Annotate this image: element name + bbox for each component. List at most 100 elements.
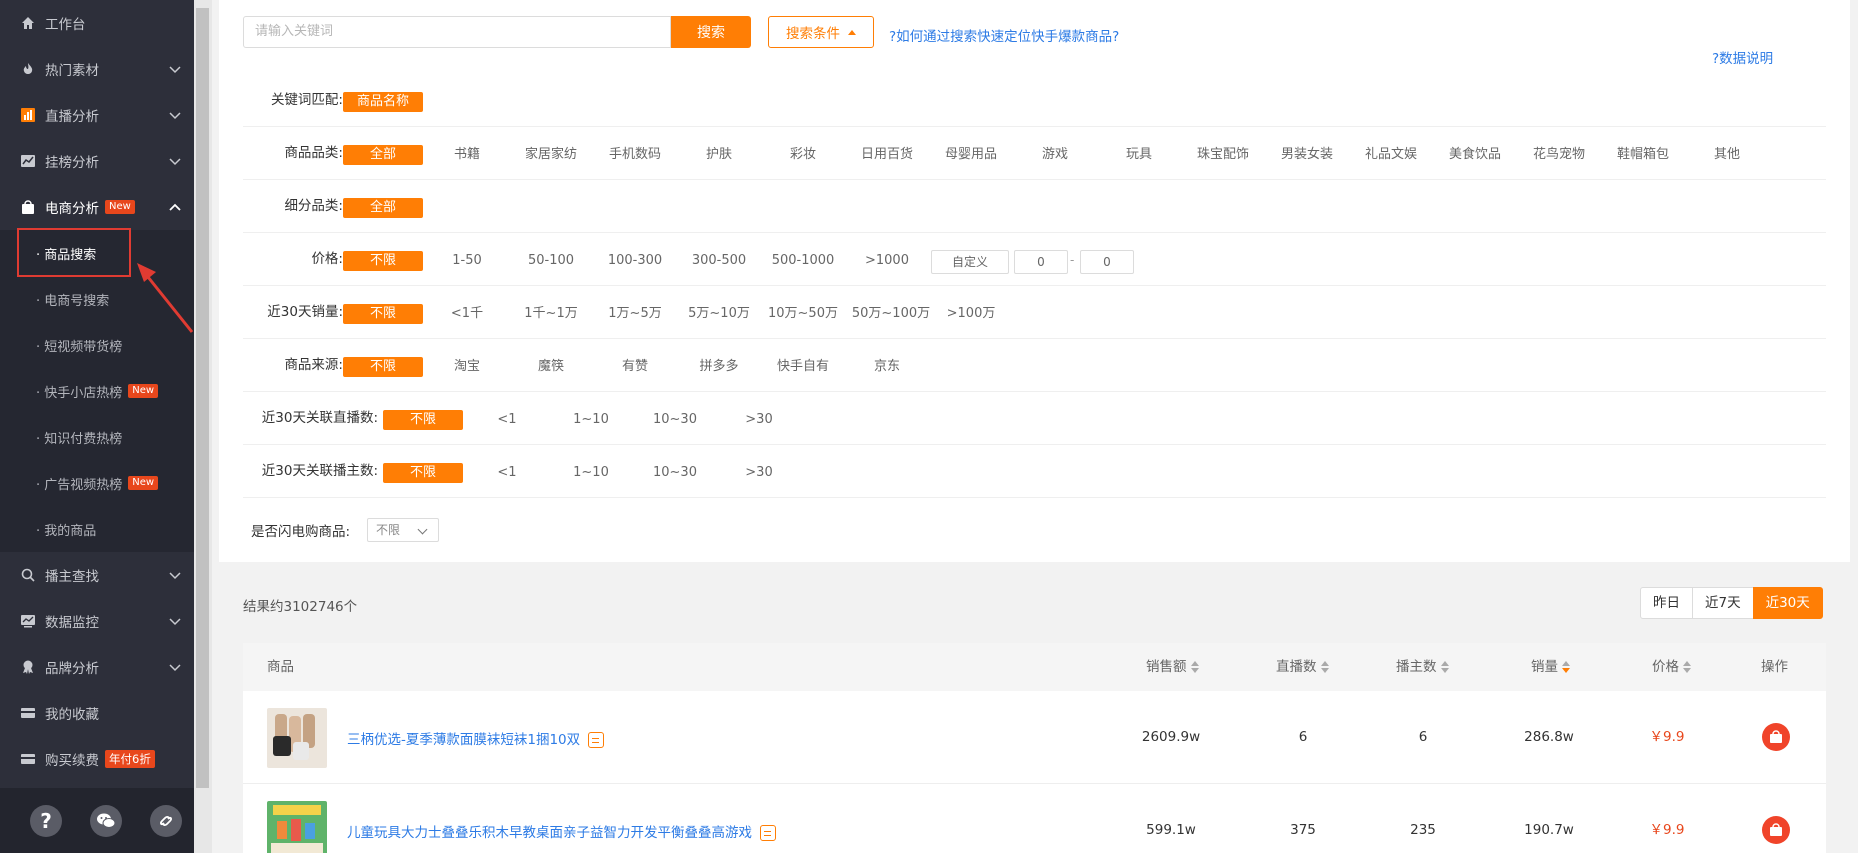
filter-option[interactable]: >100万 [931, 304, 1011, 324]
price-max-input[interactable]: 0 [1080, 250, 1134, 274]
filter-option[interactable]: >1000 [847, 251, 927, 271]
nav-label: 挂榜分析 [45, 155, 99, 171]
filter-option[interactable]: 魔筷 [511, 357, 591, 377]
filter-option[interactable]: 其他 [1687, 145, 1767, 165]
nav-item-ranking-analysis[interactable]: 挂榜分析 [0, 138, 194, 184]
product-name-link[interactable]: 儿童玩具大力士叠叠乐积木早教桌面亲子益智力开发平衡叠叠高游戏 [347, 821, 776, 841]
header-price[interactable]: 价格 [1652, 643, 1691, 691]
nav-item-purchase-renew[interactable]: 购买续费 年付6折 [0, 736, 194, 782]
filter-option[interactable]: 50-100 [511, 251, 591, 271]
period-7-days[interactable]: 近7天 [1692, 587, 1754, 619]
filter-option[interactable]: 护肤 [679, 145, 759, 165]
filter-option[interactable]: 1千~1万 [511, 304, 591, 324]
filter-option[interactable]: 10万~50万 [763, 304, 843, 324]
filter-option[interactable]: 不限 [383, 463, 463, 483]
flash-purchase-select[interactable]: 不限 [367, 518, 439, 542]
page-scrollbar[interactable] [1850, 0, 1858, 853]
search-button[interactable]: 搜索 [671, 16, 751, 48]
search-conditions-button[interactable]: 搜索条件 [768, 16, 874, 48]
filter-option[interactable]: 1万~5万 [595, 304, 675, 324]
header-volume[interactable]: 销量 [1531, 643, 1570, 691]
filter-option[interactable]: 1~10 [551, 463, 631, 483]
filter-option[interactable]: 1~10 [551, 410, 631, 430]
filter-option[interactable]: 5万~10万 [679, 304, 759, 324]
filter-option[interactable]: 游戏 [1015, 145, 1095, 165]
filter-option[interactable]: 日用百货 [847, 145, 927, 165]
nav-item-brand-analysis[interactable]: 品牌分析 [0, 644, 194, 690]
filter-option[interactable]: 快手自有 [763, 357, 843, 377]
filter-option[interactable]: 不限 [343, 251, 423, 271]
nav-item-anchor-search[interactable]: 播主查找 [0, 552, 194, 598]
filter-option[interactable]: 礼品文娱 [1351, 145, 1431, 165]
filter-option[interactable]: 拼多多 [679, 357, 759, 377]
search-input[interactable]: 请输入关键词 [243, 16, 671, 48]
nav-item-ecommerce-analysis[interactable]: 电商分析 New [0, 184, 194, 230]
link-icon[interactable] [150, 804, 182, 837]
filter-option[interactable]: 50万~100万 [843, 304, 939, 324]
shopping-bag-icon [20, 199, 36, 215]
sub-item-my-products[interactable]: · 我的商品 [0, 506, 194, 552]
filter-option[interactable]: 10~30 [635, 463, 715, 483]
nav-item-workbench[interactable]: 工作台 [0, 0, 194, 46]
filter-option[interactable]: 玩具 [1099, 145, 1179, 165]
product-thumbnail[interactable] [267, 801, 327, 853]
sub-item-ad-video-ranking[interactable]: · 广告视频热榜 New [0, 460, 194, 506]
period-30-days[interactable]: 近30天 [1752, 587, 1823, 619]
filter-option[interactable]: 全部 [343, 145, 423, 165]
filter-option[interactable]: 不限 [343, 357, 423, 377]
nav-item-my-favorites[interactable]: 我的收藏 [0, 690, 194, 736]
filter-option[interactable]: 彩妆 [763, 145, 843, 165]
filter-option[interactable]: 100-300 [595, 251, 675, 271]
help-link[interactable]: ?如何通过搜索快速定位快手爆款商品? [889, 25, 1119, 45]
header-action: 操作 [1761, 659, 1788, 675]
filter-option[interactable]: 美食饮品 [1435, 145, 1515, 165]
filter-option[interactable]: 不限 [383, 410, 463, 430]
filter-option[interactable]: <1 [467, 463, 547, 483]
filter-option[interactable]: 10~30 [635, 410, 715, 430]
filter-option[interactable]: 手机数码 [595, 145, 675, 165]
filter-option[interactable]: 鞋帽箱包 [1603, 145, 1683, 165]
filter-option[interactable]: >30 [719, 463, 799, 483]
filter-option[interactable]: 书籍 [427, 145, 507, 165]
filter-option[interactable]: 全部 [343, 198, 423, 218]
nav-item-hot-material[interactable]: 热门素材 [0, 46, 194, 92]
filter-option[interactable]: 家居家纺 [511, 145, 591, 165]
filter-option[interactable]: <1 [467, 410, 547, 430]
sub-item-paid-knowledge-ranking[interactable]: · 知识付费热榜 [0, 414, 194, 460]
filter-option[interactable]: 京东 [847, 357, 927, 377]
filter-option[interactable]: <1千 [427, 304, 507, 324]
filter-option[interactable]: 珠宝配饰 [1183, 145, 1263, 165]
filter-option[interactable]: 1-50 [427, 251, 507, 271]
filter-option[interactable]: 不限 [343, 304, 423, 324]
wechat-icon[interactable] [90, 804, 122, 837]
cart-button[interactable] [1762, 723, 1790, 751]
nav-label: 播主查找 [45, 569, 99, 585]
header-live-count[interactable]: 直播数 [1276, 643, 1329, 691]
filter-option[interactable]: 300-500 [679, 251, 759, 271]
filter-option[interactable]: >30 [719, 410, 799, 430]
help-icon[interactable]: ? [30, 804, 62, 837]
award-icon [20, 659, 36, 675]
new-badge: New [105, 200, 135, 214]
nav-item-live-analysis[interactable]: 直播分析 [0, 92, 194, 138]
sub-item-kuaishou-shop-ranking[interactable]: · 快手小店热榜 New [0, 368, 194, 414]
filter-option[interactable]: 花鸟宠物 [1519, 145, 1599, 165]
header-sales-amount[interactable]: 销售额 [1146, 643, 1199, 691]
product-thumbnail[interactable] [267, 708, 327, 768]
filter-option[interactable]: 母婴用品 [931, 145, 1011, 165]
price-min-input[interactable]: 0 [1014, 250, 1068, 274]
filter-option[interactable]: 男装女装 [1267, 145, 1347, 165]
nav-item-data-monitor[interactable]: 数据监控 [0, 598, 194, 644]
filter-option[interactable]: 有赞 [595, 357, 675, 377]
period-yesterday[interactable]: 昨日 [1640, 587, 1693, 619]
sidebar-scrollbar-thumb[interactable] [196, 8, 209, 788]
sub-item-label: · 广告视频热榜 [36, 477, 123, 493]
filter-option[interactable]: 商品名称 [343, 92, 423, 112]
product-name-link[interactable]: 三柄优选-夏季薄款面膜袜短袜1捆10双 [347, 728, 605, 748]
filter-option[interactable]: 500-1000 [763, 251, 843, 271]
filter-option[interactable]: 淘宝 [427, 357, 507, 377]
data-note-link[interactable]: ?数据说明 [1712, 47, 1773, 67]
header-anchor-count[interactable]: 播主数 [1396, 643, 1449, 691]
cart-button[interactable] [1762, 816, 1790, 844]
price-custom-button[interactable]: 自定义 [931, 250, 1009, 274]
